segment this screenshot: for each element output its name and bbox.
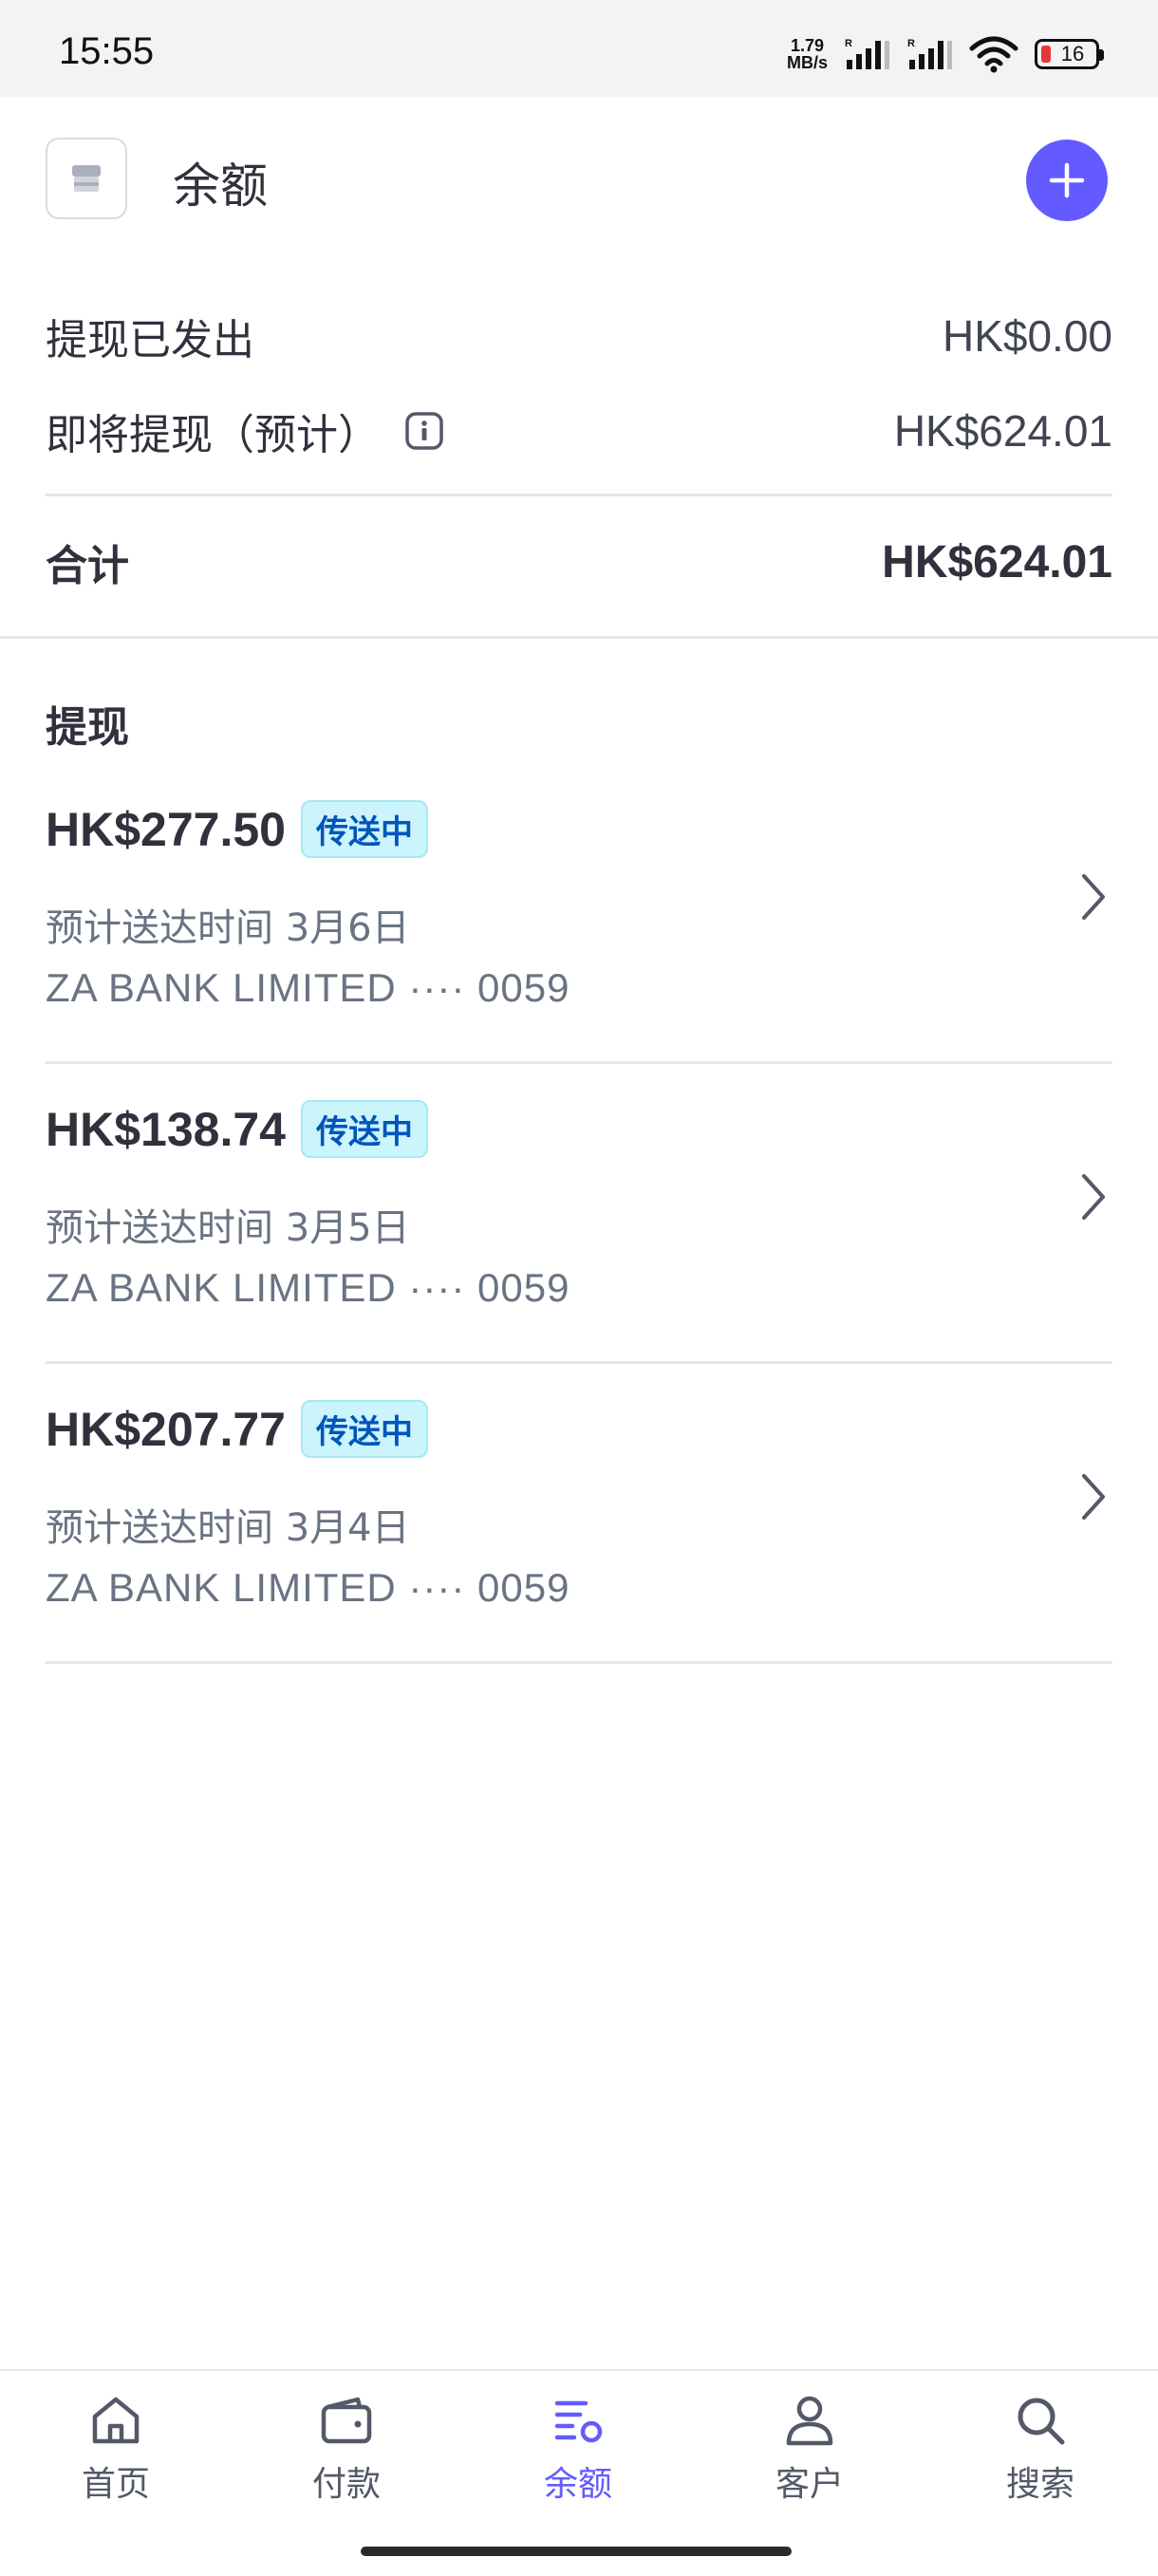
sent-value: HK$0.00 — [942, 311, 1112, 361]
svg-text:R: R — [907, 38, 915, 49]
signal-icon: R — [907, 38, 952, 69]
battery-level: 16 — [1060, 42, 1085, 65]
payout-item[interactable]: HK$207.77 传送中 预计送达时间 3月4日 ZA BANK LIMITE… — [46, 1364, 1112, 1664]
payout-eta: 预计送达时间 3月6日 — [46, 906, 410, 950]
wallet-icon — [321, 2397, 372, 2444]
payout-divider — [46, 1661, 1112, 1664]
payouts-title: 提现 — [46, 703, 129, 752]
nav-label: 搜索 — [1005, 2465, 1074, 2504]
nav-item-payments[interactable]: 付款 — [261, 2390, 432, 2506]
app-header: 余额 — [0, 97, 1158, 258]
plus-icon — [1049, 162, 1085, 198]
status-time: 15:55 — [59, 30, 155, 72]
upcoming-label: 即将提现（预计） — [46, 411, 380, 459]
home-icon — [92, 2397, 140, 2444]
nav-label: 首页 — [81, 2465, 150, 2504]
nav-item-customers[interactable]: 客户 — [724, 2390, 895, 2506]
signal-icon: R — [845, 38, 889, 69]
chevron-right-icon — [1082, 1174, 1105, 1220]
total-row: 合计 HK$624.01 — [46, 532, 1112, 592]
upcoming-row: 即将提现（预计） HK$624.01 — [46, 401, 1112, 461]
sent-row: 提现已发出 HK$0.00 — [46, 306, 1112, 366]
payout-eta: 预计送达时间 3月4日 — [46, 1506, 410, 1550]
status-badge: 传送中 — [300, 800, 428, 858]
status-icons: 1.79 MB/s R R 16 — [787, 32, 1104, 76]
svg-text:R: R — [845, 38, 852, 49]
home-indicator[interactable] — [361, 2547, 792, 2556]
nav-item-balance[interactable]: 余额 — [493, 2390, 663, 2506]
upcoming-label-wrap: 即将提现（预计） — [46, 401, 444, 461]
payout-bank: ZA BANK LIMITED ···· 0059 — [46, 965, 570, 1010]
nav-label: 客户 — [775, 2465, 844, 2504]
payout-amount: HK$277.50 — [46, 802, 286, 856]
payout-amount: HK$138.74 — [46, 1102, 286, 1156]
nav-item-home[interactable]: 首页 — [30, 2390, 201, 2506]
net-speed-unit: MB/s — [786, 53, 828, 72]
net-speed: 1.79 MB/s — [787, 37, 828, 71]
nav-label: 余额 — [543, 2465, 612, 2504]
summary-divider — [46, 494, 1112, 496]
upcoming-value: HK$624.01 — [893, 406, 1112, 456]
chevron-right-icon — [1082, 1474, 1105, 1520]
total-label: 合计 — [46, 542, 129, 590]
wifi-icon — [969, 36, 1018, 73]
add-button[interactable] — [1026, 140, 1108, 221]
sent-label: 提现已发出 — [46, 316, 254, 364]
payout-bank: ZA BANK LIMITED ···· 0059 — [46, 1265, 570, 1310]
payout-item[interactable]: HK$138.74 传送中 预计送达时间 3月5日 ZA BANK LIMITE… — [46, 1064, 1112, 1364]
bottom-nav: 首页 付款 余额 客户 搜索 — [0, 2369, 1158, 2576]
net-speed-value: 1.79 — [790, 36, 825, 55]
person-icon — [786, 2396, 833, 2446]
page-title: 余额 — [173, 159, 268, 214]
status-badge: 传送中 — [300, 1400, 428, 1458]
payout-amount: HK$207.77 — [46, 1402, 286, 1456]
store-switcher-button[interactable] — [46, 138, 127, 219]
status-badge: 传送中 — [300, 1100, 428, 1158]
search-icon — [1018, 2398, 1065, 2445]
payout-bank: ZA BANK LIMITED ···· 0059 — [46, 1565, 570, 1610]
nav-item-search[interactable]: 搜索 — [955, 2390, 1126, 2506]
payout-amount-line: HK$277.50 传送中 — [46, 800, 428, 858]
info-icon[interactable] — [404, 411, 444, 451]
chevron-right-icon — [1082, 874, 1105, 920]
payout-item[interactable]: HK$277.50 传送中 预计送达时间 3月6日 ZA BANK LIMITE… — [46, 764, 1112, 1064]
store-icon — [72, 165, 101, 192]
balance-icon — [554, 2400, 603, 2443]
section-divider — [0, 636, 1158, 639]
nav-label: 付款 — [311, 2465, 381, 2504]
status-bar: 15:55 1.79 MB/s R R 16 — [0, 0, 1158, 97]
payout-amount-line: HK$138.74 传送中 — [46, 1100, 428, 1158]
battery-icon: 16 — [1035, 39, 1104, 69]
payout-eta: 预计送达时间 3月5日 — [46, 1206, 410, 1250]
payout-amount-line: HK$207.77 传送中 — [46, 1400, 428, 1458]
total-value: HK$624.01 — [882, 536, 1112, 588]
